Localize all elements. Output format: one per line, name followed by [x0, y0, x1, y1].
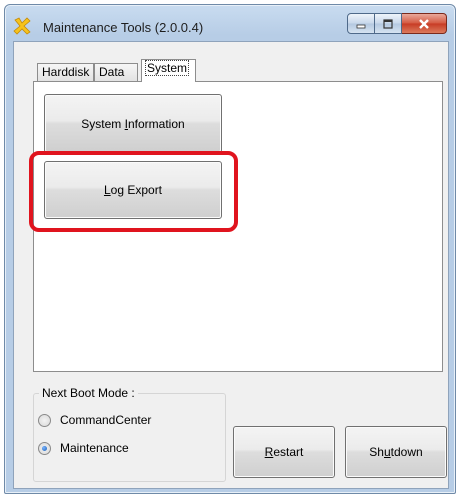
- maximize-icon: [383, 18, 393, 29]
- radio-maintenance-control[interactable]: [38, 441, 51, 455]
- boot-mode-title: Next Boot Mode :: [39, 386, 138, 400]
- boot-mode-group: [33, 393, 226, 482]
- tools-icon: [13, 17, 31, 35]
- minimize-button[interactable]: [347, 13, 375, 34]
- log-export-highlight: [29, 151, 238, 232]
- radio-commandcenter-label: CommandCenter: [60, 413, 152, 427]
- tab-system[interactable]: System: [141, 59, 196, 82]
- system-information-label: System Information: [81, 116, 185, 131]
- restart-button[interactable]: Restart: [233, 426, 335, 478]
- tab-data[interactable]: Data: [94, 63, 138, 82]
- restart-label: Restart: [264, 445, 304, 459]
- maximize-button[interactable]: [375, 13, 402, 34]
- radio-commandcenter[interactable]: CommandCenter: [38, 413, 151, 427]
- close-icon: [419, 18, 429, 29]
- close-button[interactable]: [402, 13, 447, 34]
- window-title: Maintenance Tools (2.0.0.4): [43, 20, 204, 35]
- title-bar[interactable]: Maintenance Tools (2.0.0.4): [5, 5, 455, 45]
- tab-data-label: Data: [99, 65, 125, 79]
- system-information-button[interactable]: System Information: [44, 94, 222, 153]
- caption-buttons: [347, 13, 447, 35]
- minimize-icon: [356, 24, 366, 28]
- shutdown-button[interactable]: Shutdown: [345, 426, 447, 478]
- radio-maintenance[interactable]: Maintenance: [38, 441, 129, 455]
- tab-harddisk-label: Harddisk: [42, 65, 90, 79]
- shutdown-label: Shutdown: [369, 445, 423, 459]
- radio-maintenance-label: Maintenance: [60, 441, 129, 455]
- tab-harddisk[interactable]: Harddisk: [37, 63, 94, 82]
- tab-system-label: System: [144, 60, 190, 76]
- radio-commandcenter-control[interactable]: [38, 413, 51, 427]
